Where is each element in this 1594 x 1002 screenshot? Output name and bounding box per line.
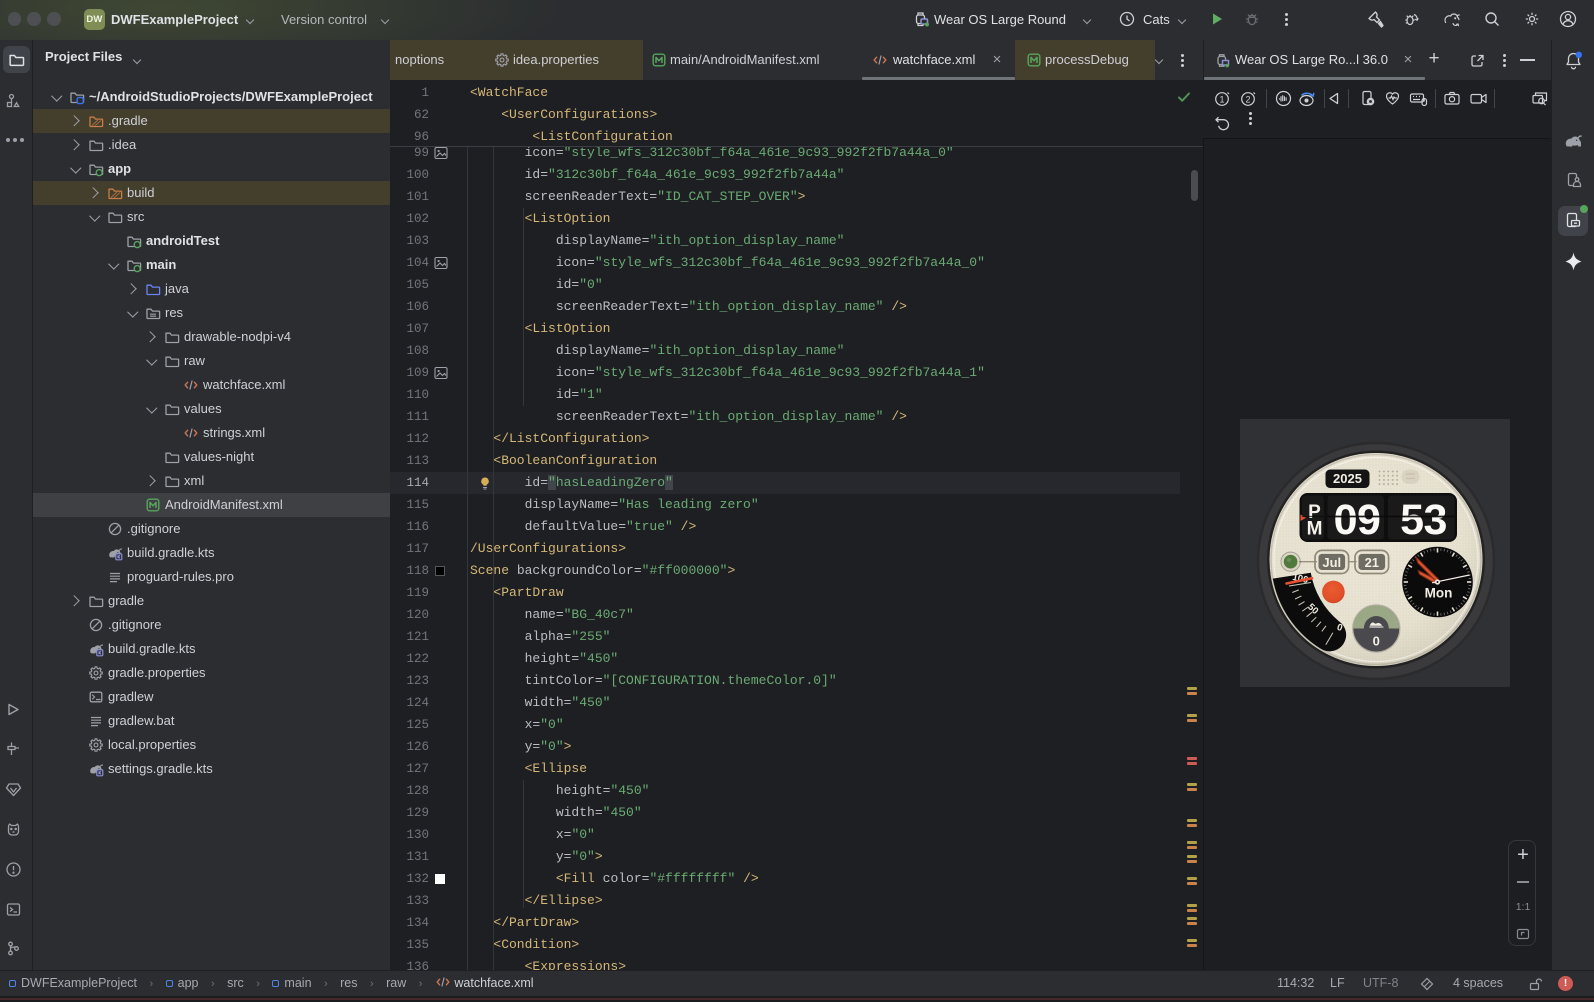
svg-text:1: 1 (1219, 95, 1224, 105)
svg-text:M: M (1307, 519, 1323, 540)
svg-text:09: 09 (1334, 496, 1381, 544)
svg-text:Mon: Mon (1425, 586, 1453, 601)
svg-text:0: 0 (1373, 634, 1380, 649)
svg-text:2: 2 (1245, 95, 1250, 105)
svg-text:21: 21 (1365, 555, 1379, 570)
svg-text:Jul: Jul (1322, 555, 1341, 570)
svg-text:2025: 2025 (1333, 471, 1362, 486)
svg-text:53: 53 (1400, 496, 1447, 544)
